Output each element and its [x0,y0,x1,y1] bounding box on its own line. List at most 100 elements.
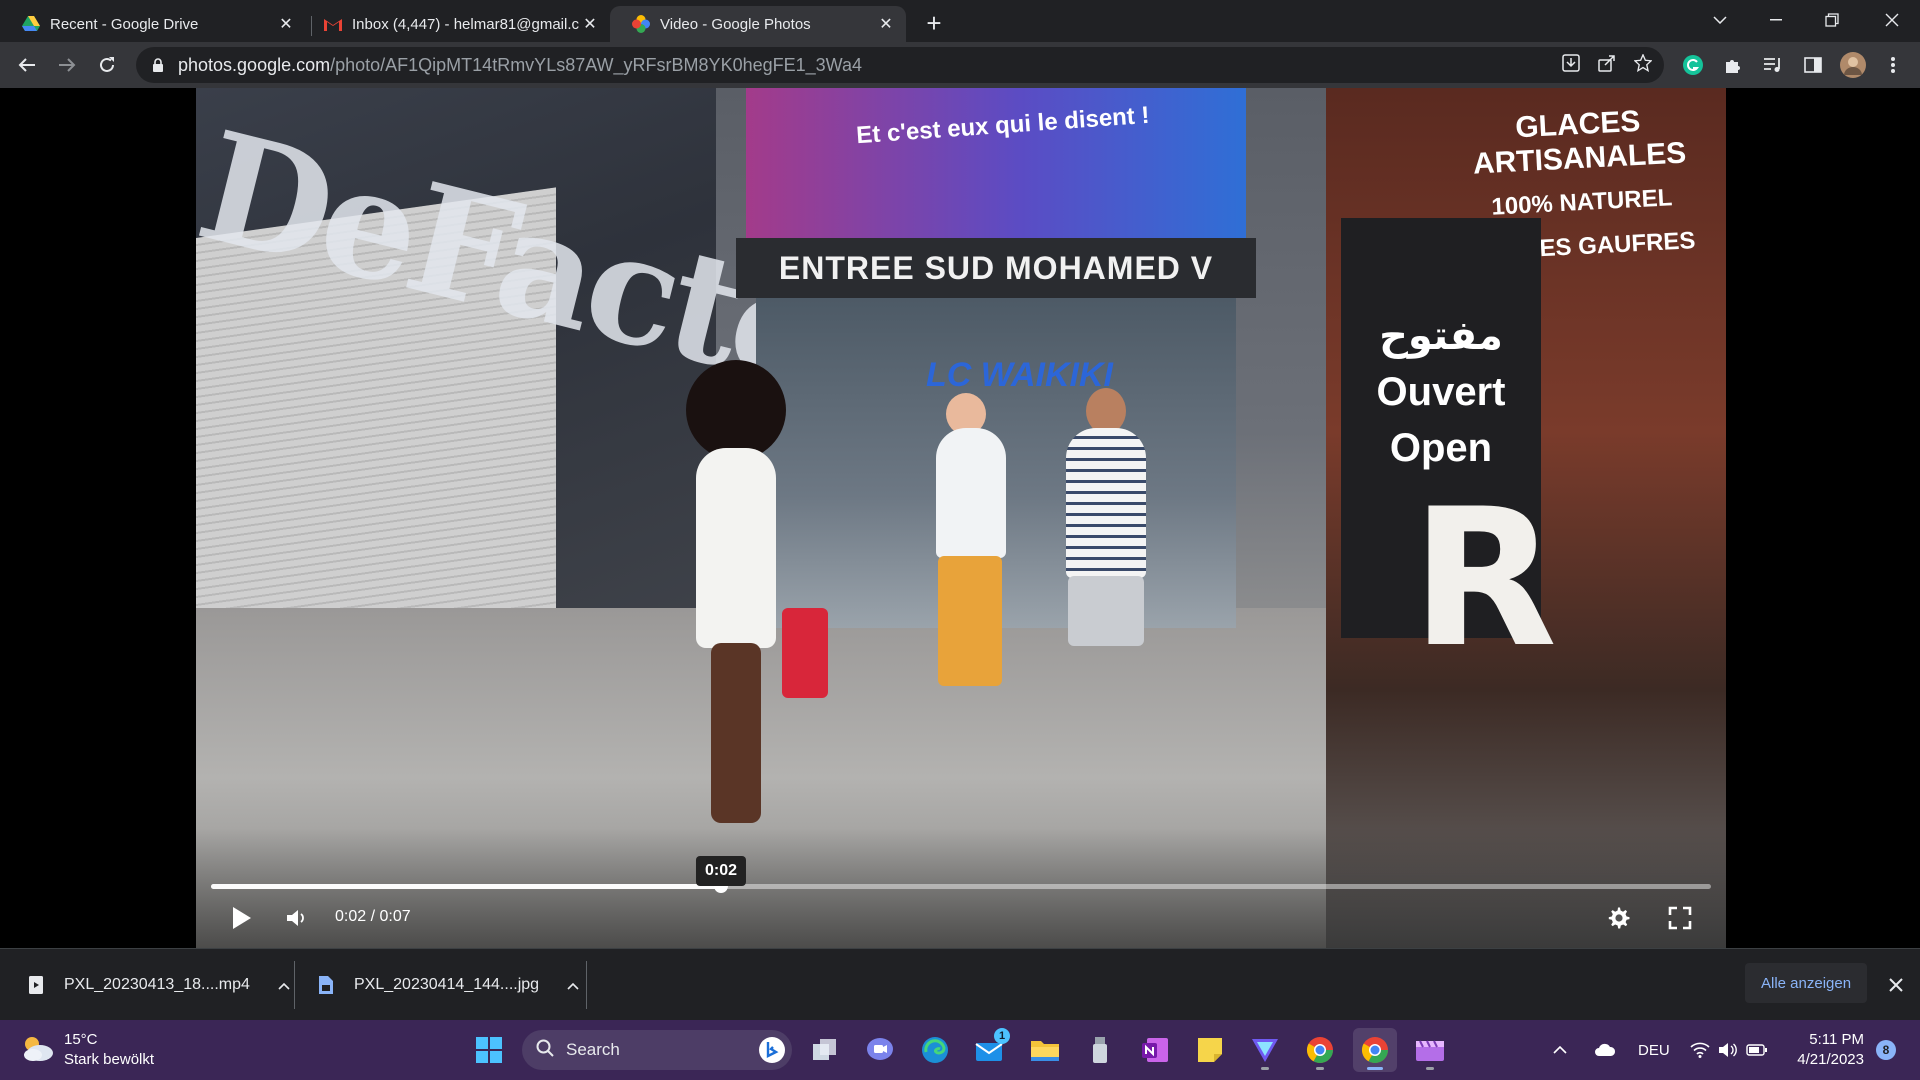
avatar[interactable] [1838,50,1868,80]
seek-bar[interactable] [211,879,1711,893]
close-tab-icon[interactable]: ✕ [276,14,296,34]
url-host: photos.google.com [178,54,331,75]
running-indicator [1261,1067,1269,1070]
install-icon[interactable] [1562,53,1580,77]
clock-time: 5:11 PM [1809,1031,1864,1048]
side-panel-icon[interactable] [1798,50,1828,80]
scene-entrance-sign: ENTREE SUD MOHAMED V [736,238,1256,298]
scene-person-woman-front [696,448,776,648]
task-view-icon[interactable] [803,1028,847,1072]
active-indicator [1367,1067,1383,1070]
download-item[interactable]: PXL_20230414_144....jpg [316,949,579,1021]
browser-toolbar: photos.google.com/photo/AF1QipMT14tRmvYL… [0,42,1920,88]
mail-badge: 1 [994,1028,1010,1044]
sticky-notes-icon[interactable] [1188,1028,1232,1072]
close-shelf-icon[interactable] [1884,973,1908,997]
download-filename: PXL_20230413_18....mp4 [64,976,250,993]
settings-gear-icon[interactable] [1603,900,1635,936]
seek-time-tooltip: 0:02 [695,856,747,886]
menu-kebab-icon[interactable] [1878,50,1908,80]
play-icon[interactable] [226,900,258,936]
tab-search-chevron-icon[interactable] [1692,0,1748,40]
address-bar[interactable]: photos.google.com/photo/AF1QipMT14tRmvYL… [136,47,1664,83]
windows-taskbar: 15°C Stark bewölkt Search 1 DEU 5:11 PM … [0,1020,1920,1080]
usb-device-icon[interactable] [1078,1028,1122,1072]
video-editor-icon[interactable] [1408,1028,1452,1072]
scene-person-pants [938,556,1002,686]
grammarly-icon[interactable] [1678,50,1708,80]
tab-gmail[interactable]: Inbox (4,447) - helmar81@gmail.c ✕ [312,6,610,42]
reload-icon[interactable] [92,50,122,80]
photo-viewer: DeFacto Et c'est eux qui le disent ! ENT… [0,88,1920,948]
scene-banner [746,88,1246,238]
minimize-icon[interactable] [1748,0,1804,40]
close-tab-icon[interactable]: ✕ [580,14,600,34]
tab-title: Inbox (4,447) - helmar81@gmail.c [352,15,579,33]
tab-google-drive[interactable]: Recent - Google Drive ✕ [0,6,306,42]
seek-bar-played [211,884,721,889]
scene-person-man [1066,428,1146,578]
show-all-downloads-button[interactable]: Alle anzeigen [1745,963,1868,1003]
onenote-icon[interactable] [1133,1028,1177,1072]
close-window-icon[interactable] [1864,0,1920,40]
address-bar-actions [1562,47,1653,83]
language-indicator[interactable]: DEU [1638,1020,1670,1080]
image-file-icon [316,974,336,996]
scene-shopping-bag [782,608,828,698]
google-drive-icon [22,15,40,33]
tab-google-photos[interactable]: Video - Google Photos ✕ [610,6,906,42]
chrome-active-icon[interactable] [1353,1028,1397,1072]
tab-strip: Recent - Google Drive ✕ Inbox (4,447) - … [0,0,1920,42]
download-item[interactable]: PXL_20230413_18....mp4 [26,949,290,1021]
start-windows-icon[interactable] [467,1028,511,1072]
taskbar-search[interactable]: Search [522,1030,792,1070]
scene-person-shorts [1068,576,1144,646]
scene-letter-r: R [1411,468,1558,689]
new-tab-button[interactable]: + [920,10,948,38]
taskbar-clock[interactable]: 5:11 PM 4/21/2023 [1788,1030,1864,1070]
battery-icon[interactable] [1746,1020,1768,1080]
onedrive-cloud-icon[interactable] [1594,1020,1616,1080]
running-indicator [1426,1067,1434,1070]
video-frame[interactable]: DeFacto Et c'est eux qui le disent ! ENT… [196,88,1726,948]
tray-overflow-chevron-icon[interactable] [1553,1020,1567,1080]
restore-icon[interactable] [1804,0,1860,40]
mail-icon[interactable]: 1 [968,1028,1012,1072]
wifi-icon[interactable] [1690,1020,1710,1080]
forward-icon[interactable] [52,50,82,80]
video-file-icon [26,974,46,996]
chevron-up-icon[interactable] [567,977,579,993]
download-filename: PXL_20230414_144....jpg [354,976,540,993]
tab-title: Video - Google Photos [660,15,811,33]
shelf-divider [586,961,587,1009]
fullscreen-icon[interactable] [1664,900,1696,936]
volume-icon[interactable] [282,900,310,936]
scene-person-woman [936,428,1006,558]
teams-chat-icon[interactable] [858,1028,902,1072]
time-display: 0:02 / 0:07 [335,908,411,925]
chrome-profile-icon[interactable] [1298,1028,1342,1072]
lock-icon[interactable] [150,57,166,73]
url-path: /photo/AF1QipMT14tRmvYLs87AW_yRFsrBM8YK0… [330,54,862,75]
weather-temperature: 15°C [64,1031,98,1048]
weather-widget[interactable]: 15°C Stark bewölkt [20,1028,154,1072]
extensions-puzzle-icon[interactable] [1718,50,1748,80]
media-control-icon[interactable] [1758,50,1788,80]
speaker-icon[interactable] [1718,1020,1738,1080]
url-text: photos.google.com/photo/AF1QipMT14tRmvYL… [178,55,862,76]
file-explorer-icon[interactable] [1023,1028,1067,1072]
clock-date: 4/21/2023 [1797,1051,1864,1068]
search-icon [536,1039,554,1062]
notification-badge[interactable]: 8 [1876,1040,1896,1060]
vpn-app-icon[interactable] [1243,1028,1287,1072]
close-tab-icon[interactable]: ✕ [876,14,896,34]
edge-icon[interactable] [913,1028,957,1072]
bookmark-star-icon[interactable] [1633,52,1653,77]
share-icon[interactable] [1598,54,1616,77]
tab-title: Recent - Google Drive [50,15,199,33]
shelf-divider [294,961,295,1009]
scene-store-sign: LC WAIKIKI [926,356,1113,394]
back-icon[interactable] [12,50,42,80]
scene-person-legs [711,643,761,823]
chevron-up-icon[interactable] [278,977,290,993]
